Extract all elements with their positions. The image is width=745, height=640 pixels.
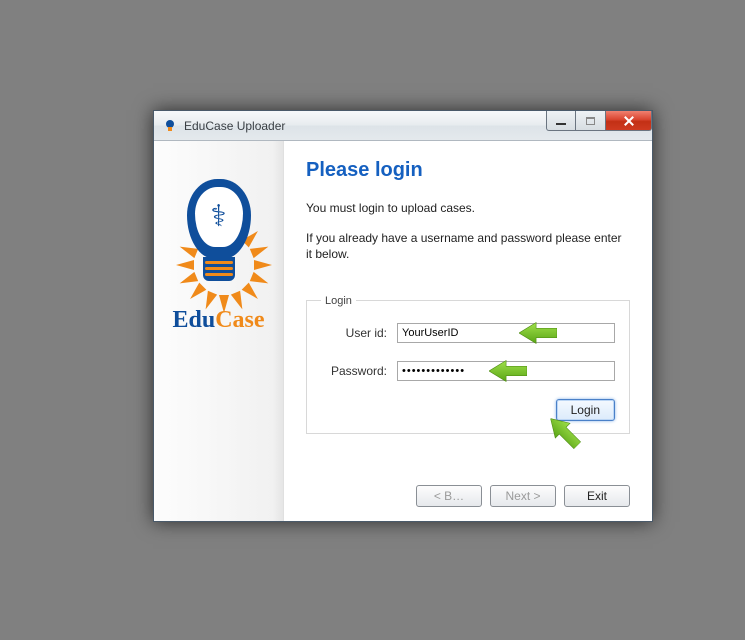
- password-input[interactable]: [397, 361, 615, 381]
- back-button[interactable]: < B…: [416, 485, 482, 507]
- main-panel: Please login You must login to upload ca…: [284, 141, 652, 521]
- titlebar[interactable]: EduCase Uploader: [154, 111, 652, 141]
- minimize-button[interactable]: [546, 111, 576, 131]
- wizard-footer: < B… Next > Exit: [306, 469, 630, 507]
- login-legend: Login: [321, 295, 356, 307]
- userid-input[interactable]: [397, 323, 615, 343]
- close-button[interactable]: [606, 111, 652, 131]
- logo-icon: ⚕: [173, 165, 265, 293]
- intro-text: You must login to upload cases. If you a…: [306, 200, 630, 277]
- next-button[interactable]: Next >: [490, 485, 556, 507]
- app-icon: [162, 118, 178, 134]
- window-title: EduCase Uploader: [184, 119, 285, 133]
- userid-row: User id:: [321, 323, 615, 343]
- login-actions: Login: [321, 399, 615, 421]
- maximize-button[interactable]: [576, 111, 606, 131]
- page-title: Please login: [306, 159, 630, 182]
- app-window: EduCase Uploader ⚕ EduCase Please login: [153, 110, 653, 522]
- sidebar: ⚕ EduCase: [154, 141, 284, 521]
- login-button[interactable]: Login: [556, 399, 615, 421]
- userid-label: User id:: [321, 326, 397, 340]
- client-area: ⚕ EduCase Please login You must login to…: [154, 141, 652, 521]
- exit-button[interactable]: Exit: [564, 485, 630, 507]
- password-label: Password:: [321, 364, 397, 378]
- login-fieldset: Login User id: Password: Login: [306, 295, 630, 434]
- password-row: Password:: [321, 361, 615, 381]
- window-controls: [546, 111, 652, 131]
